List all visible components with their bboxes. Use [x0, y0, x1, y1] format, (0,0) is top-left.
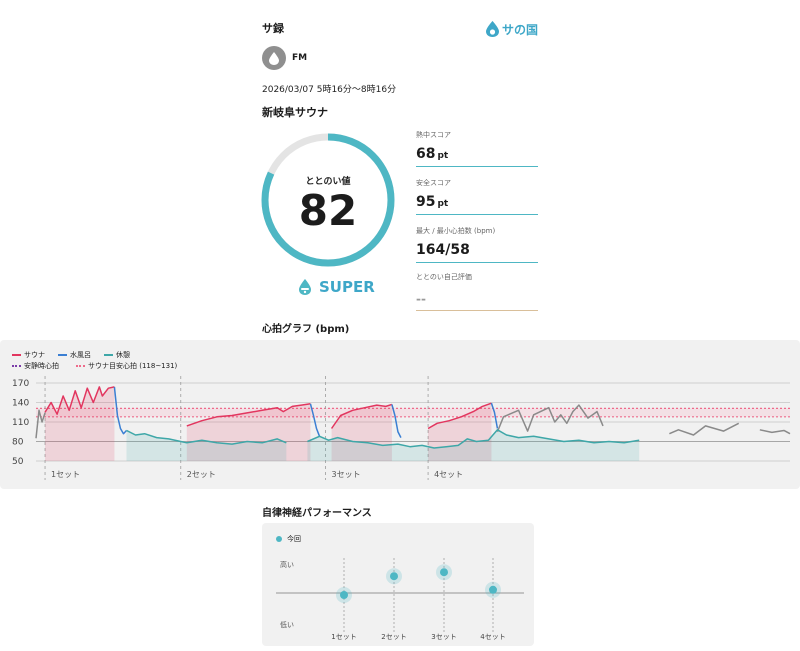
- y-tick-label: 50: [12, 457, 24, 467]
- stat-number: 95: [416, 194, 436, 210]
- category-label: 4セット: [480, 633, 505, 641]
- set-label: 2セット: [187, 470, 216, 479]
- autonomic-chart: 高い低い 1セット 2セット 3セット 4セット: [276, 558, 524, 641]
- heart-chart-title: 心拍グラフ (bpm): [262, 324, 350, 335]
- gauge-value: 82: [298, 186, 358, 235]
- avatar[interactable]: [262, 46, 286, 70]
- drop-icon: [486, 21, 499, 37]
- set-label: 1セット: [51, 470, 80, 479]
- stat-value: --: [416, 288, 538, 311]
- rank-badge: SUPER: [296, 278, 375, 296]
- session-datetime: 2026/03/07 5時16分～8時16分: [262, 85, 397, 95]
- y-tick-label: 140: [12, 399, 29, 409]
- set-label: 3セット: [332, 470, 361, 479]
- heart-rate-chart: 170 140 110 80 50 1セット 2セット 3セット 4セット: [12, 376, 791, 480]
- data-point: [489, 585, 497, 594]
- data-point: [440, 568, 448, 577]
- set-label: 4セット: [434, 470, 463, 479]
- rank-label: SUPER: [319, 278, 375, 296]
- stat-value: 164/58: [416, 242, 538, 263]
- stat-number: 68: [416, 146, 436, 162]
- y-tick-label: 170: [12, 379, 29, 389]
- high-label: 高い: [280, 560, 294, 569]
- category-label: 1セット: [331, 633, 356, 641]
- stat-number: --: [416, 292, 426, 306]
- stat-number: 164/58: [416, 242, 470, 258]
- stat-label: ととのい自己評価: [416, 273, 472, 281]
- series-area: [45, 386, 115, 461]
- category-label: 3セット: [431, 633, 456, 641]
- drop-icon: [269, 51, 279, 65]
- sauna-mascot-icon: [299, 279, 311, 295]
- series-line: [669, 422, 740, 436]
- y-tick-label: 110: [12, 418, 29, 428]
- stat-label: 最大 / 最小心拍数 (bpm): [416, 227, 496, 235]
- heart-rate-range: 最大 / 最小心拍数 (bpm) 164/58: [416, 226, 538, 263]
- facility-name: 新岐阜サウナ: [262, 106, 328, 119]
- brand-logo-text: サの国: [502, 22, 539, 37]
- series-line: [759, 429, 791, 435]
- category-label: 2セット: [381, 633, 406, 641]
- page-title: サ録: [262, 22, 284, 35]
- stat-unit: pt: [437, 151, 449, 161]
- stat-value: 95 pt: [416, 194, 538, 215]
- user-name: FM: [292, 53, 308, 63]
- heat-score: 熱中スコア 68 pt: [416, 130, 538, 167]
- stat-value: 68 pt: [416, 146, 538, 167]
- stat-label: 熱中スコア: [416, 131, 451, 139]
- stat-label: 安全スコア: [416, 179, 451, 187]
- brand-logo[interactable]: サの国: [486, 19, 538, 39]
- autonomic-title: 自律神経パフォーマンス: [262, 508, 372, 519]
- data-point: [390, 572, 398, 581]
- stat-unit: pt: [437, 199, 449, 209]
- data-point: [340, 591, 348, 599]
- low-label: 低い: [280, 620, 294, 629]
- self-evaluation[interactable]: ととのい自己評価 --: [416, 272, 538, 311]
- safety-score: 安全スコア 95 pt: [416, 178, 538, 215]
- y-tick-label: 80: [12, 438, 24, 448]
- target-band: [36, 408, 790, 417]
